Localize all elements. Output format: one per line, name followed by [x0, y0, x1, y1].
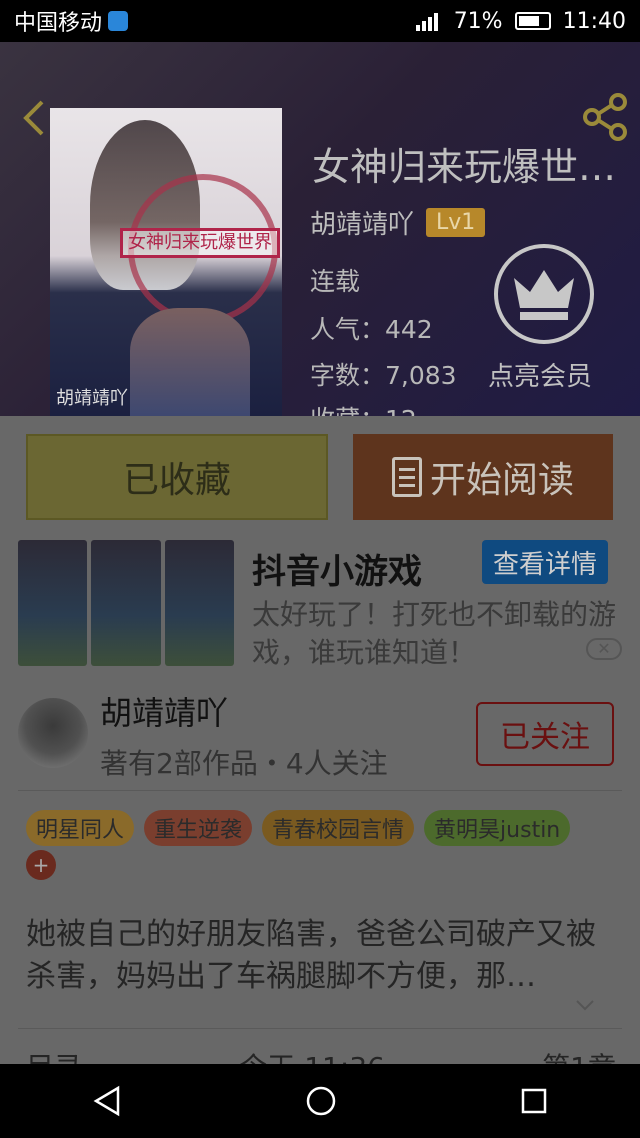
favorited-label: 已收藏: [122, 460, 231, 501]
chevron-down-icon[interactable]: [574, 994, 596, 1016]
clock: 11:40: [562, 8, 626, 34]
vip-label[interactable]: 点亮会员: [488, 356, 592, 393]
divider: [18, 1028, 622, 1029]
divider: [18, 790, 622, 791]
avatar[interactable]: [18, 698, 88, 768]
book-popularity: 人气：442: [310, 315, 433, 344]
ad-description: 太好玩了！打死也不卸载的游戏，谁玩谁知道！: [252, 598, 617, 669]
author-name[interactable]: 胡靖靖吖: [310, 204, 414, 241]
back-icon[interactable]: [18, 98, 48, 138]
book-word-count: 字数：7,083: [310, 361, 457, 390]
writer-stats: 著有2部作品・4人关注: [100, 747, 388, 780]
level-badge: Lv1: [426, 208, 486, 237]
follow-button[interactable]: 已关注: [476, 702, 614, 766]
cover-stamp-text: 女神归来玩爆世界: [120, 228, 280, 258]
writer-name[interactable]: 胡靖靖吖: [100, 688, 228, 734]
catalog-chapter: 第1章: [542, 1046, 616, 1064]
add-tag-button[interactable]: +: [26, 850, 56, 880]
nav-home-icon[interactable]: [305, 1085, 337, 1117]
system-nav-bar: [0, 1064, 640, 1138]
start-reading-button[interactable]: 开始阅读: [353, 434, 613, 520]
tag-item[interactable]: 明星同人: [26, 810, 135, 846]
signal-icon: [415, 13, 438, 31]
book-cover[interactable]: 女神归来玩爆世界 胡靖靖吖: [50, 108, 282, 416]
ad-title[interactable]: 抖音小游戏: [252, 544, 422, 593]
carrier-badge-icon: [108, 11, 129, 31]
ad-thumbnail: [164, 540, 234, 666]
tag-item[interactable]: 青春校园言情: [262, 810, 415, 846]
tag-list: 明星同人 重生逆袭 青春校园言情 黄明昊justin: [26, 810, 571, 846]
ad-close-icon[interactable]: ✕: [586, 638, 622, 660]
tag-item[interactable]: 黄明昊justin: [424, 810, 571, 846]
start-reading-label: 开始阅读: [429, 460, 574, 501]
nav-recent-icon[interactable]: [520, 1087, 548, 1115]
status-bar: 中国移动 71% 11:40: [0, 0, 640, 42]
battery-percent: 71%: [453, 8, 503, 34]
catalog-row[interactable]: 目录 今天 11:36 第1章: [26, 1046, 616, 1064]
ad-detail-button[interactable]: 查看详情: [482, 540, 608, 584]
tag-item[interactable]: 重生逆袭: [144, 810, 253, 846]
content-area: 已收藏 开始阅读 抖音小游戏 查看详情 太好玩了！打死也不卸载的游戏，谁玩谁知道…: [0, 416, 640, 1064]
crown-icon: [514, 270, 574, 320]
ad-thumbnails[interactable]: [18, 540, 234, 666]
cover-figure-2: [130, 308, 250, 416]
book-collections: 收藏：12: [310, 400, 417, 416]
catalog-update: 今天 11:36: [239, 1046, 385, 1064]
cover-author: 胡靖靖吖: [56, 388, 128, 409]
ad-thumbnail: [91, 540, 161, 666]
synopsis[interactable]: 她被自己的好朋友陷害，爸爸公司破产又被杀害，妈妈出了车祸腿脚不方便，那…: [26, 914, 616, 998]
book-icon: [391, 457, 422, 497]
book-status: 连载: [310, 267, 361, 296]
battery-icon: [514, 12, 551, 30]
vip-crown-button[interactable]: [494, 244, 594, 344]
book-title: 女神归来玩爆世…: [312, 145, 617, 189]
author-row: 胡靖靖吖 Lv1: [310, 204, 486, 241]
nav-back-icon[interactable]: [92, 1085, 122, 1117]
share-icon[interactable]: [580, 92, 630, 142]
favorited-button[interactable]: 已收藏: [26, 434, 328, 520]
carrier-label: 中国移动: [14, 11, 103, 36]
catalog-label: 目录: [26, 1046, 82, 1064]
ad-thumbnail: [18, 540, 88, 666]
